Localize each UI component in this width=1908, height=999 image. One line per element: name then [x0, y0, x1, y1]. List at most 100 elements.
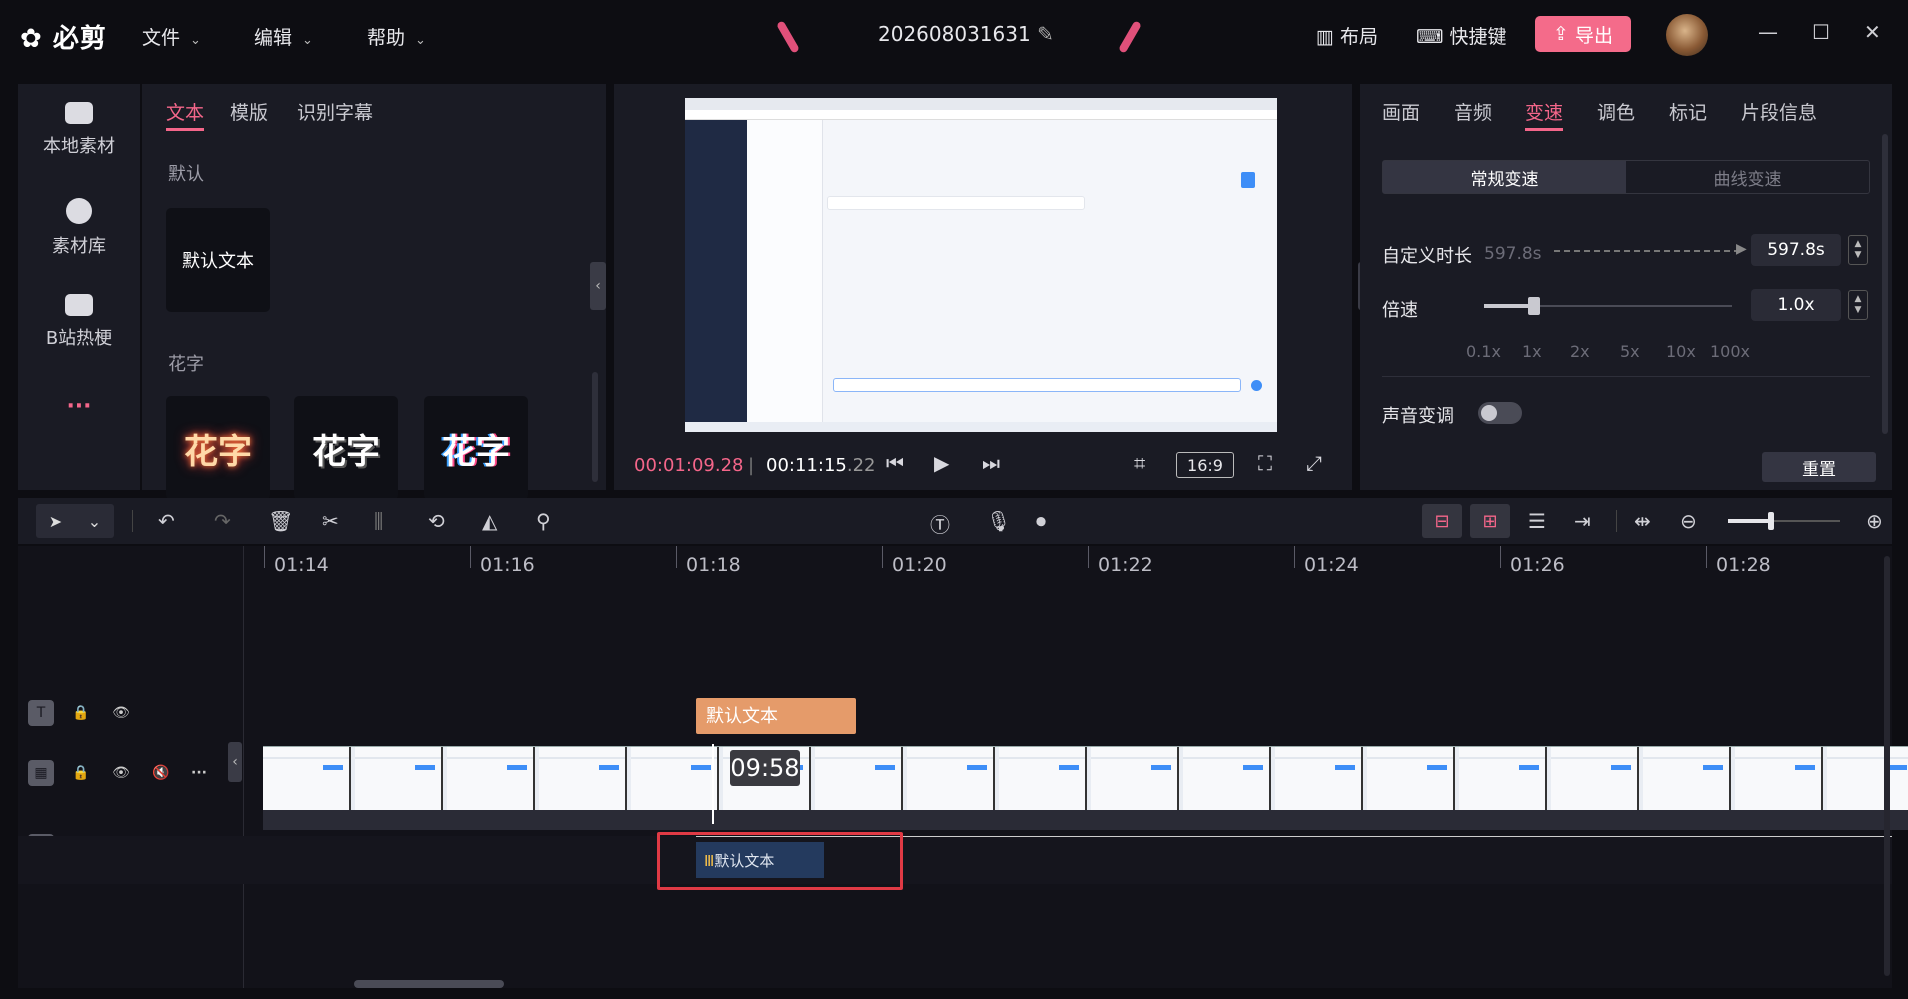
- divider: [1382, 376, 1870, 377]
- preview-axis-icon[interactable]: ⇥: [1574, 509, 1591, 533]
- layout-button[interactable]: ▥ 布局: [1316, 22, 1378, 49]
- duration-stepper[interactable]: ▲ ▼: [1848, 235, 1868, 265]
- link-tracks-icon[interactable]: ⊞: [1470, 504, 1510, 538]
- tab-color[interactable]: 调色: [1597, 98, 1635, 125]
- speed-slider-handle[interactable]: [1528, 297, 1540, 315]
- menu-edit[interactable]: 编辑 ⌄: [254, 23, 313, 50]
- video-clip[interactable]: [263, 746, 1908, 810]
- text-to-speech-icon[interactable]: Ⓣ: [930, 509, 950, 538]
- split-icon[interactable]: ✂: [322, 509, 339, 533]
- default-text-card[interactable]: 默认文本: [166, 208, 270, 312]
- reverse-icon[interactable]: ⟲: [428, 509, 445, 533]
- tab-template[interactable]: 模版: [230, 98, 268, 125]
- undo-icon[interactable]: ↶: [158, 509, 175, 533]
- sidebar-item-local-media[interactable]: 本地素材: [18, 102, 140, 158]
- sidebar-item-bilibili-memes[interactable]: B站热梗: [18, 294, 140, 350]
- divider: [132, 510, 133, 532]
- minimize-icon[interactable]: —: [1758, 20, 1778, 44]
- voice-change-toggle[interactable]: [1478, 402, 1522, 424]
- select-tool-dropdown[interactable]: ➤ ⌄: [36, 504, 114, 538]
- play-icon[interactable]: ▶: [934, 451, 949, 475]
- tab-picture[interactable]: 画面: [1382, 98, 1420, 125]
- segment-curve-speed[interactable]: 曲线变速: [1626, 161, 1869, 193]
- redo-icon[interactable]: ↷: [214, 509, 231, 533]
- maximize-icon[interactable]: ☐: [1812, 20, 1830, 44]
- video-preview-frame[interactable]: [685, 98, 1277, 432]
- custom-duration-input[interactable]: 597.8s: [1751, 234, 1841, 266]
- time-ruler[interactable]: 01:14 01:16 01:18 01:20 01:22 01:24 01:2…: [244, 546, 1892, 586]
- crop-icon[interactable]: ⌗: [1134, 451, 1145, 475]
- timeline-vscrollbar[interactable]: [1884, 556, 1890, 976]
- speed-stepper[interactable]: ▲ ▼: [1848, 290, 1868, 320]
- avatar[interactable]: [1666, 14, 1708, 56]
- preview-address-bar: [685, 110, 1277, 120]
- zoom-slider-fill: [1728, 519, 1772, 523]
- video-thumbnail: [539, 747, 627, 810]
- next-frame-icon[interactable]: ⏭: [982, 451, 1000, 475]
- speed-input[interactable]: 1.0x: [1751, 289, 1841, 321]
- mirror-icon[interactable]: ◭: [482, 509, 497, 533]
- marker-pin-icon[interactable]: ⚲: [536, 509, 551, 533]
- shortcuts-button[interactable]: ⌨ 快捷键: [1416, 22, 1507, 49]
- project-name[interactable]: 202608031631 ✎: [878, 22, 1054, 46]
- video-thumbnail: [263, 747, 351, 810]
- freeze-frame-icon[interactable]: ⫼: [374, 509, 383, 533]
- zoom-out-icon[interactable]: ⊖: [1680, 509, 1697, 533]
- chevron-down-icon: ⌄: [302, 33, 313, 48]
- tab-text[interactable]: 文本: [166, 98, 204, 125]
- upload-folder-icon: [65, 102, 93, 124]
- sidebar-item-material-library[interactable]: 素材库: [18, 198, 140, 258]
- edit-icon[interactable]: ✎: [1037, 22, 1054, 46]
- ruler-label: 01:26: [1510, 554, 1565, 576]
- menu-file[interactable]: 文件 ⌄: [142, 23, 201, 50]
- fullscreen-icon[interactable]: ⤢: [1306, 451, 1322, 475]
- delete-icon[interactable]: 🗑: [268, 509, 293, 533]
- fancy-text-card-3[interactable]: 花字: [424, 396, 528, 500]
- camera-record-icon[interactable]: ⏺: [1036, 509, 1046, 533]
- ruler-label: 01:28: [1716, 554, 1771, 576]
- prev-frame-icon[interactable]: ⏮: [886, 451, 904, 475]
- fancy-text-card-2[interactable]: 花字: [294, 396, 398, 500]
- tab-speed[interactable]: 变速: [1525, 98, 1563, 125]
- zoom-slider-handle[interactable]: [1768, 512, 1774, 530]
- speed-label: 倍速: [1382, 300, 1418, 321]
- microphone-icon[interactable]: 🎙: [986, 509, 1011, 533]
- speed-tick: 100x: [1710, 342, 1751, 361]
- timeline-scrollbar[interactable]: [354, 980, 504, 988]
- tab-recognize-subtitles[interactable]: 识别字幕: [297, 98, 373, 125]
- menu-help[interactable]: 帮助 ⌄: [367, 23, 426, 50]
- playhead-time-label: 09:58: [730, 750, 800, 786]
- segment-normal-speed[interactable]: 常规变速: [1383, 161, 1626, 193]
- export-button[interactable]: ⇪ 导出: [1535, 16, 1631, 52]
- chevron-down-icon: ⌄: [87, 511, 102, 531]
- aspect-ratio-button[interactable]: 16:9: [1176, 452, 1234, 478]
- track-stack-icon[interactable]: ☰: [1528, 509, 1546, 533]
- app-logo: ✿ 必剪: [20, 24, 107, 54]
- text-clip[interactable]: 默认文本: [696, 698, 856, 734]
- video-thumbnail: [1183, 747, 1271, 810]
- collapse-left-panel-icon[interactable]: ‹: [590, 262, 606, 310]
- fancy-text-card-1[interactable]: 花字: [166, 396, 270, 500]
- timeline: T 🔒 👁 ▦ 🔒 👁 🔇 ··· ♫ 🔒 🔊 ··· ‹ 01:14 01:1…: [18, 546, 1908, 988]
- more-icon[interactable]: ···: [18, 394, 140, 419]
- panel-scrollbar[interactable]: [1882, 134, 1888, 434]
- tab-marker[interactable]: 标记: [1669, 98, 1707, 125]
- reset-button[interactable]: 重置: [1762, 452, 1876, 482]
- tab-audio[interactable]: 音频: [1454, 98, 1492, 125]
- magnet-snap-icon[interactable]: ⊟: [1422, 504, 1462, 538]
- video-thumbnail: [447, 747, 535, 810]
- zoom-fit-icon[interactable]: ⛶: [1258, 451, 1272, 475]
- video-thumbnail: [1275, 747, 1363, 810]
- panel-scrollbar[interactable]: [592, 372, 598, 482]
- speed-tick: 1x: [1522, 342, 1542, 361]
- fit-timeline-icon[interactable]: ⇹: [1634, 509, 1651, 533]
- divider: [1616, 510, 1617, 532]
- audio-track: Ⅲ默认文本: [18, 836, 1892, 884]
- video-clip-waveform: [263, 810, 1908, 830]
- zoom-in-icon[interactable]: ⊕: [1866, 509, 1883, 533]
- preview-taskbar: [685, 422, 1277, 432]
- chevron-down-icon: ⌄: [190, 33, 201, 48]
- close-icon[interactable]: ✕: [1864, 20, 1881, 44]
- tab-clip-info[interactable]: 片段信息: [1741, 98, 1817, 125]
- playhead[interactable]: [712, 744, 714, 824]
